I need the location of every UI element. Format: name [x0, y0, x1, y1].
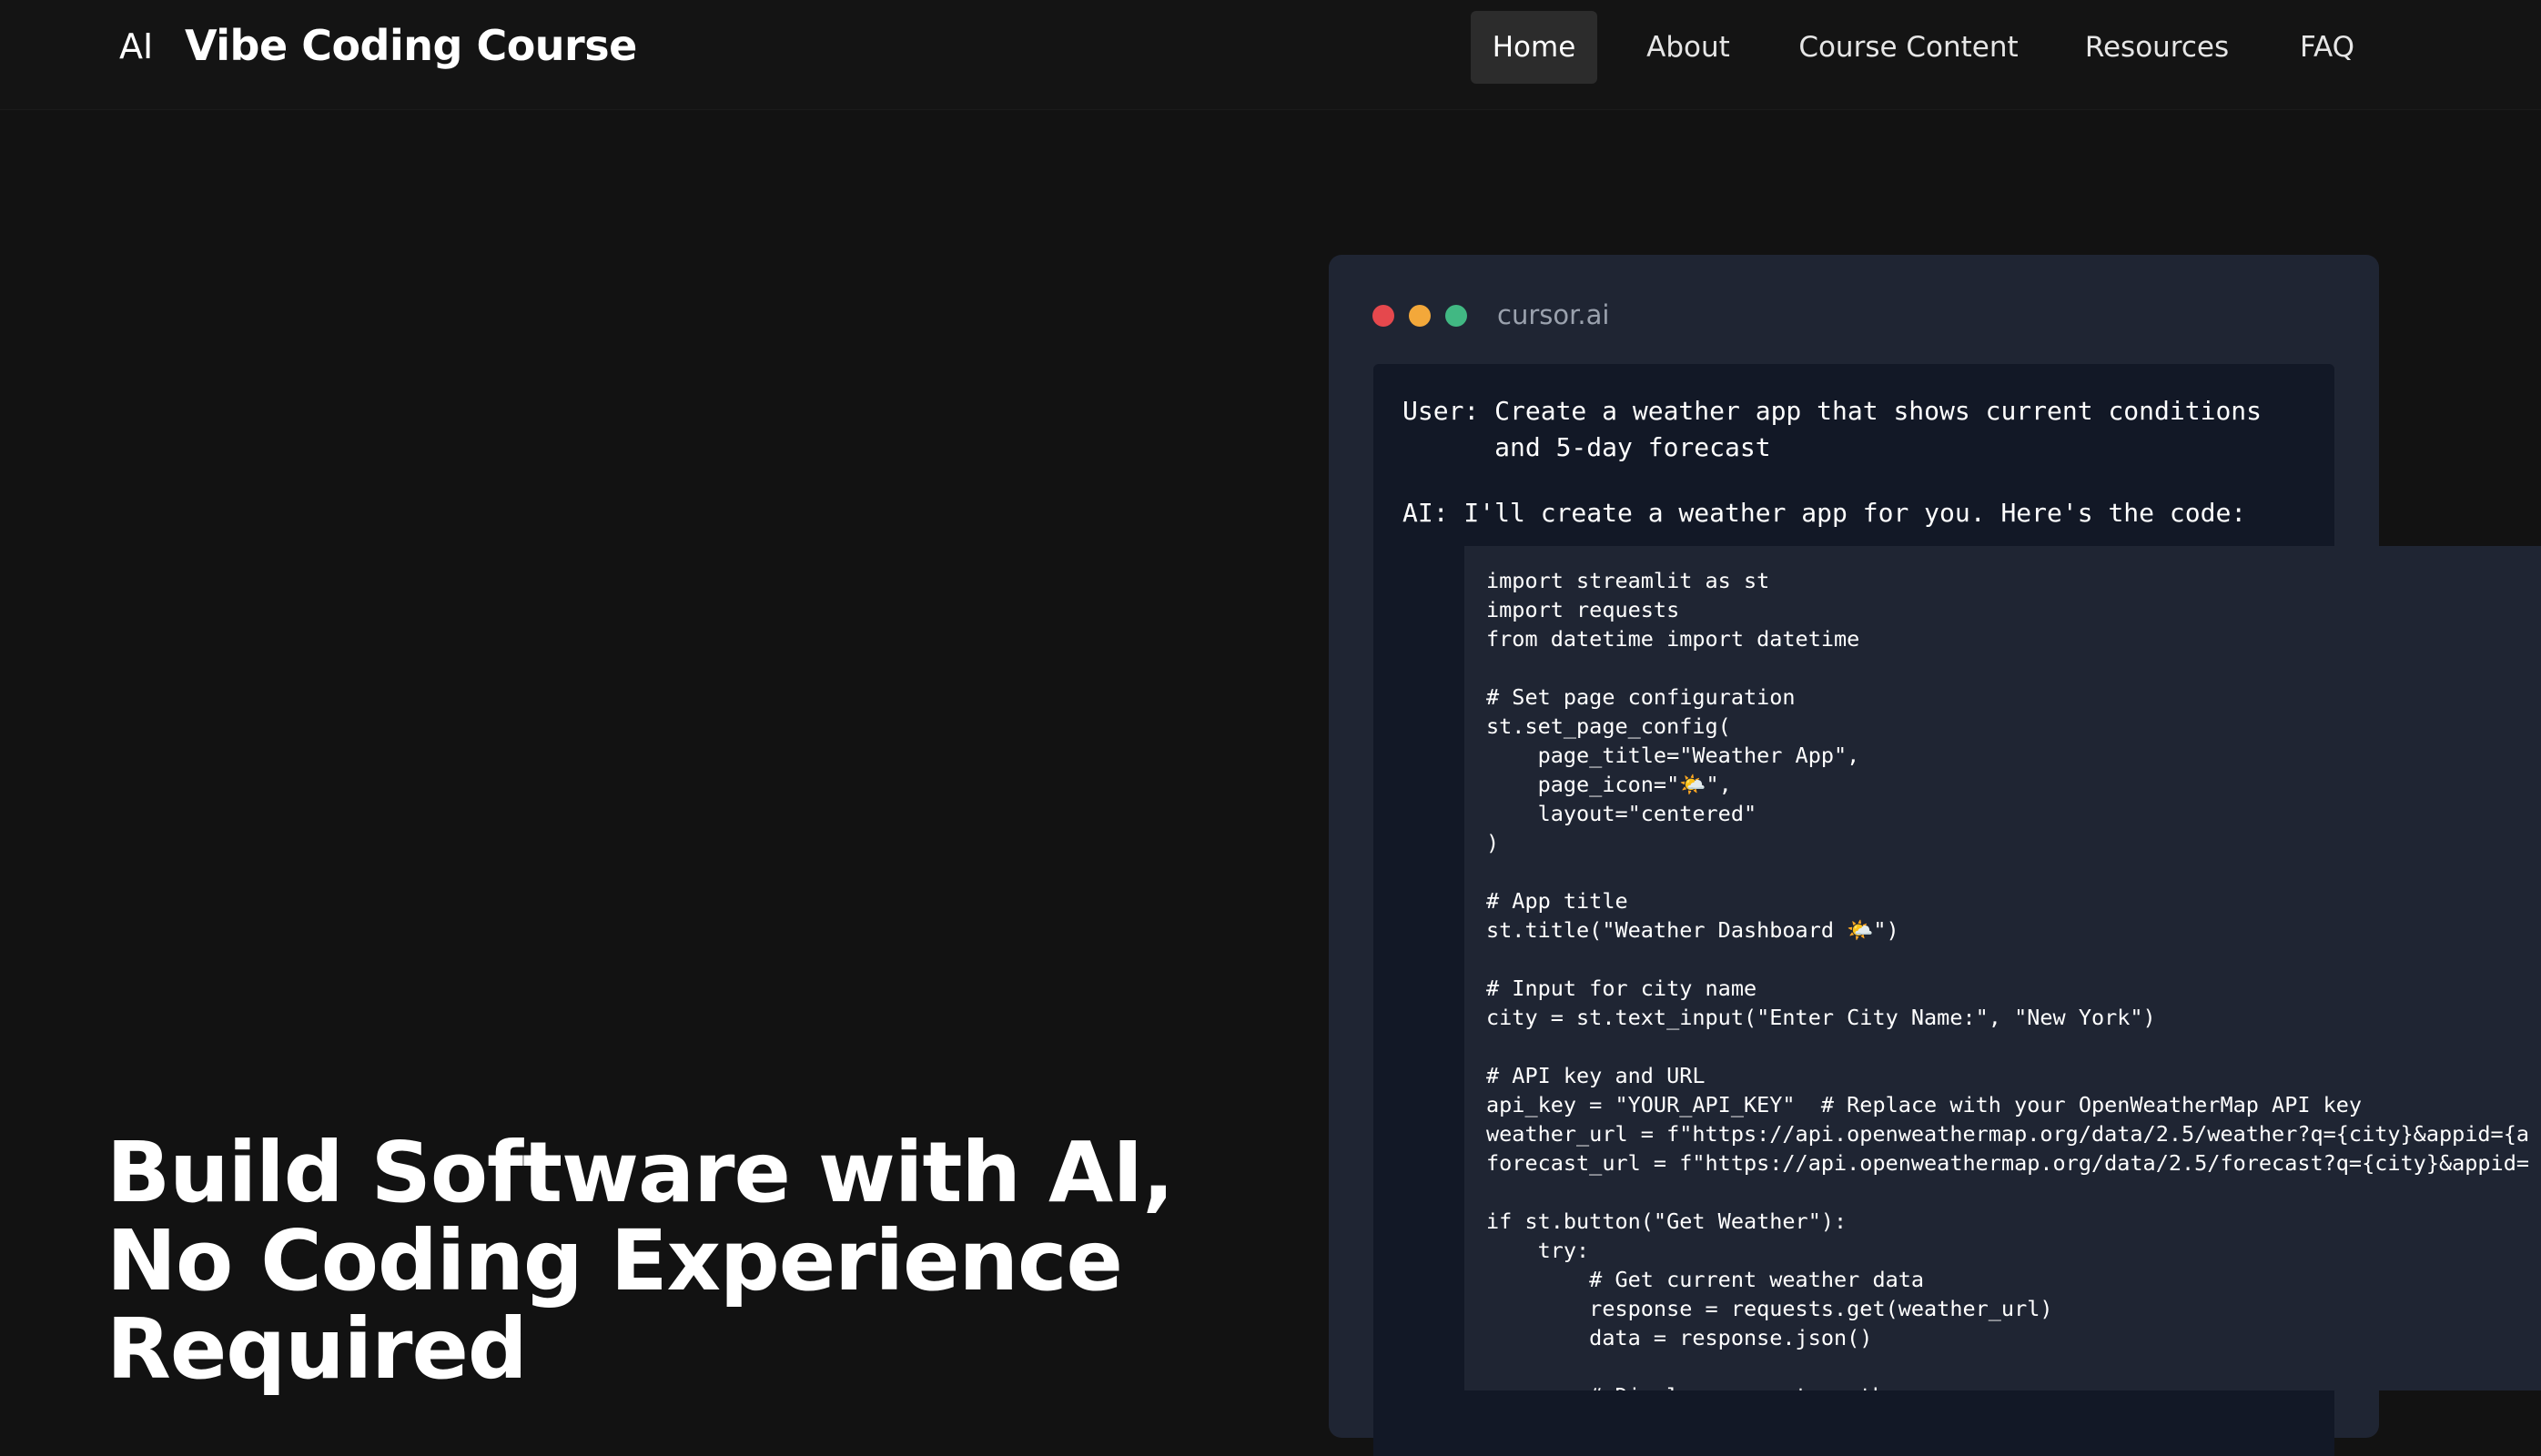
- hero-title-line: Build Software with AI,: [106, 1124, 1174, 1221]
- code-line: # Get current weather data: [1486, 1267, 1925, 1292]
- code-line: # Display current weather: [1486, 1381, 2529, 1390]
- code-line: # App title: [1486, 888, 1628, 914]
- code-line: # Input for city name: [1486, 976, 1757, 1001]
- code-lines: import streamlit as st import requests fro…: [1486, 566, 2529, 1390]
- nav-faq[interactable]: FAQ: [2281, 11, 2374, 84]
- maximize-dot-icon: [1445, 305, 1467, 327]
- chat-ai-message: AI: I'll create a weather app for you. H…: [1402, 498, 2247, 528]
- minimize-dot-icon: [1409, 305, 1431, 327]
- code-line: ): [1486, 830, 1500, 855]
- code-line: # API key and URL: [1486, 1063, 1706, 1088]
- code-line: from datetime import datetime: [1486, 626, 1860, 652]
- code-line: # Set page configuration: [1486, 684, 1796, 710]
- code-line: city = st.text_input("Enter City Name:",…: [1486, 1005, 2156, 1030]
- nav-resources[interactable]: Resources: [2071, 11, 2242, 84]
- nav-about[interactable]: About: [1629, 11, 1747, 84]
- code-line: try:: [1486, 1238, 1590, 1263]
- code-line: page_icon="🌤️",: [1486, 772, 1732, 797]
- code-line: import requests: [1486, 597, 1680, 622]
- code-line: weather_url = f"https://api.openweatherm…: [1486, 1121, 2530, 1147]
- code-line: layout="centered": [1486, 801, 1757, 826]
- code-line: response = requests.get(weather_url): [1486, 1296, 2053, 1321]
- window-title: cursor.ai: [1497, 299, 1610, 330]
- site-header: AI Vibe Coding Course Home About Course …: [0, 0, 2541, 110]
- nav-home[interactable]: Home: [1471, 11, 1597, 84]
- logo-mark[interactable]: AI: [119, 24, 153, 69]
- code-line: data = response.json(): [1486, 1325, 1873, 1350]
- hero-title-line: No Coding Experience: [106, 1212, 1123, 1309]
- code-line: page_title="Weather App",: [1486, 743, 1860, 768]
- chat-user-message: User: Create a weather app that shows cu…: [1402, 396, 2263, 426]
- close-dot-icon: [1372, 305, 1394, 327]
- code-line: api_key = "YOUR_API_KEY" # Replace with …: [1486, 1092, 2363, 1117]
- hero-title-line: Required: [106, 1300, 528, 1398]
- chat-user-message-continued: and 5-day forecast: [1402, 432, 1771, 462]
- code-line: st.title("Weather Dashboard 🌤️"): [1486, 917, 1899, 943]
- nav-course-content[interactable]: Course Content: [1787, 11, 2030, 84]
- code-line: st.set_page_config(: [1486, 713, 1731, 739]
- code-line: forecast_url = f"https://api.openweather…: [1486, 1150, 2530, 1176]
- code-line: import streamlit as st: [1486, 568, 1770, 593]
- code-line: if st.button("Get Weather"):: [1486, 1208, 1848, 1234]
- hero-title: Build Software with AI, No Coding Experi…: [106, 1128, 1290, 1393]
- site-logo-title[interactable]: Vibe Coding Course: [185, 18, 637, 73]
- code-block: import streamlit as st import requests fro…: [1464, 546, 2541, 1390]
